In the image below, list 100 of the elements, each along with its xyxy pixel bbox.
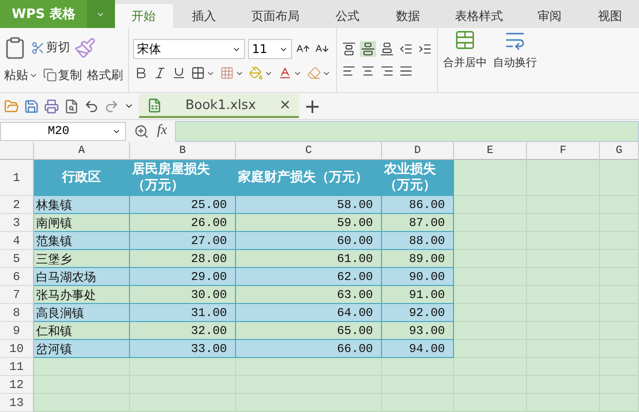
paste-button[interactable]: 粘贴 [3, 66, 39, 84]
row-header[interactable]: 6 [0, 268, 34, 286]
italic-icon [153, 66, 167, 80]
column-header[interactable]: G [600, 142, 639, 160]
printer-icon[interactable] [44, 98, 59, 114]
close-tab-button[interactable]: × [279, 97, 291, 113]
align-right-icon [380, 64, 394, 78]
table-cell [382, 358, 454, 376]
vertical-align-button[interactable] [379, 41, 395, 57]
row-header[interactable]: 10 [0, 340, 34, 358]
ribbon-tab[interactable]: 表格样式 [438, 4, 519, 28]
fill-color-button[interactable] [248, 65, 274, 81]
table-cell: 65.00 [236, 322, 382, 340]
table-cell: 30.00 [130, 286, 236, 304]
table-cell: 87.00 [382, 214, 454, 232]
cut-button[interactable]: 剪切 [30, 38, 71, 57]
vertical-align-button[interactable] [360, 41, 376, 57]
ribbon-tab[interactable]: 数据 [378, 4, 437, 28]
app-logo: WPS 表格 [0, 0, 88, 28]
copy-button[interactable]: 复制 [42, 66, 83, 84]
format-painter-button[interactable]: 格式刷 [86, 66, 124, 84]
ribbon-tab[interactable]: 视图 [580, 4, 639, 28]
copy-icon [43, 68, 57, 82]
scissors-icon [31, 40, 45, 54]
underline-icon [172, 66, 186, 80]
table-cell: 白马湖农场 [34, 268, 130, 286]
table-cell: 26.00 [130, 214, 236, 232]
row-header[interactable]: 13 [0, 394, 34, 412]
indent-increase-icon [418, 42, 432, 56]
row-header[interactable]: 9 [0, 322, 34, 340]
table-cell: 94.00 [382, 340, 454, 358]
table-cell: 89.00 [382, 250, 454, 268]
column-header[interactable]: C [236, 142, 382, 160]
font-name-field[interactable]: 宋体 [133, 39, 245, 59]
table-cell: 93.00 [382, 322, 454, 340]
eraser-icon [307, 66, 321, 80]
table-cell: 61.00 [236, 250, 382, 268]
save-icon[interactable] [24, 98, 39, 114]
ribbon-tab[interactable]: 公式 [318, 4, 377, 28]
borders-button[interactable] [190, 65, 216, 81]
ribbon-tab[interactable]: 页面布局 [234, 4, 316, 28]
undo-icon[interactable] [84, 98, 99, 114]
table-cell: 88.00 [382, 232, 454, 250]
row-header[interactable]: 1 [0, 160, 34, 196]
table-cell: 58.00 [236, 196, 382, 214]
function-button[interactable]: fx [157, 123, 168, 139]
ribbon-tab[interactable]: 插入 [174, 4, 233, 28]
name-box[interactable]: M20 [0, 122, 126, 140]
row-header[interactable]: 5 [0, 250, 34, 268]
row-header[interactable]: 7 [0, 286, 34, 304]
ribbon-tab[interactable]: 审阅 [520, 4, 579, 28]
table-cell: 33.00 [130, 340, 236, 358]
merge-center-button[interactable]: 合并居中 [442, 28, 488, 92]
row-header[interactable]: 11 [0, 358, 34, 376]
table-cell: 92.00 [382, 304, 454, 322]
column-header[interactable]: E [454, 142, 527, 160]
font-color-button[interactable] [277, 65, 303, 81]
table-cell: 62.00 [236, 268, 382, 286]
row-header[interactable]: 4 [0, 232, 34, 250]
vertical-align-button[interactable] [341, 41, 357, 57]
table-cell: 行政区 [34, 160, 130, 196]
table-cell: 范集镇 [34, 232, 130, 250]
table-cell: 91.00 [382, 286, 454, 304]
table-cell: 29.00 [130, 268, 236, 286]
indent-decrease-icon [399, 42, 413, 56]
table-cell [600, 160, 639, 196]
table-cell: 63.00 [236, 286, 382, 304]
cell-style-button[interactable] [219, 65, 245, 81]
wrap-text-button[interactable]: 自动换行 [492, 28, 538, 92]
row-header[interactable]: 2 [0, 196, 34, 214]
column-header[interactable]: F [527, 142, 600, 160]
table-cell: 南闸镇 [34, 214, 130, 232]
row-header[interactable]: 12 [0, 376, 34, 394]
table-cell: 高良涧镇 [34, 304, 130, 322]
column-header[interactable]: D [382, 142, 454, 160]
underline-button[interactable] [171, 65, 187, 81]
table-cell: 32.00 [130, 322, 236, 340]
row-header[interactable]: 3 [0, 214, 34, 232]
spreadsheet-icon [147, 98, 162, 112]
borders-icon [191, 66, 205, 80]
brush-icon [74, 36, 96, 58]
clipboard-icon [3, 36, 27, 60]
column-header[interactable]: A [34, 142, 130, 160]
table-cell: 86.00 [382, 196, 454, 214]
table-cell: 31.00 [130, 304, 236, 322]
column-header[interactable]: B [130, 142, 236, 160]
grid-icon [220, 66, 234, 80]
document-tab[interactable]: Book1.xlsx × [139, 94, 299, 118]
row-header[interactable]: 8 [0, 304, 34, 322]
merge-cells-icon [454, 29, 476, 51]
formula-input[interactable] [175, 120, 639, 142]
align-center-icon [361, 64, 375, 78]
search-icon[interactable] [134, 124, 149, 138]
redo-icon[interactable] [104, 98, 119, 114]
font-size-field[interactable]: 11 [248, 39, 292, 59]
print-preview-icon[interactable] [64, 98, 79, 114]
new-tab-button[interactable]: + [304, 94, 321, 118]
ribbon-tab[interactable]: 开始 [114, 4, 173, 28]
table-cell: 居民房屋损失（万元） [130, 160, 236, 196]
table-cell: 仁和镇 [34, 322, 130, 340]
